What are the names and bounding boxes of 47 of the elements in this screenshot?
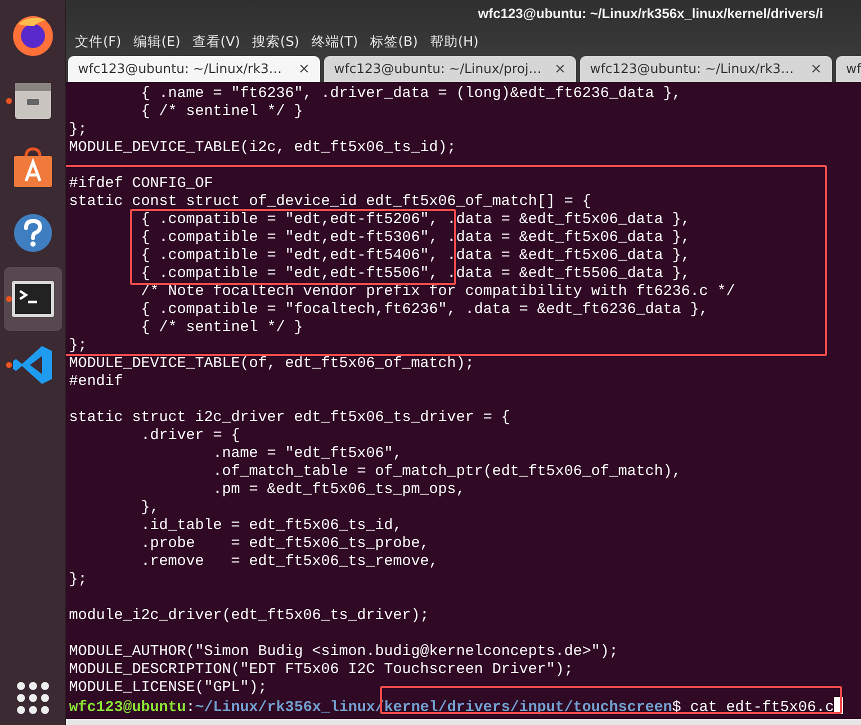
code-line: .id_table = edt_ft5x06_ts_id, xyxy=(140,517,404,535)
code-line: }; xyxy=(69,571,88,589)
window-title: wfc123@ubuntu: ~/Linux/rk356x_linux/kernel/drivers/i xyxy=(478,6,824,21)
tab-label: wfc123@ubuntu: ~/Linux/rk3… xyxy=(590,62,795,76)
code-line: .of_match_table = of_match_ptr(edt_ft5x06_of_match), xyxy=(212,463,682,481)
terminal-tab[interactable]: wfc123@ubuntu: ~/Linux/rk3… × xyxy=(68,56,320,82)
tab-close-button[interactable]: × xyxy=(554,61,566,77)
code-line: MODULE_DEVICE_TABLE(of, edt_ft5x06_of_match); xyxy=(69,355,476,373)
code-line: static const struct of_device_id edt_ft5x06_of_match[] = { xyxy=(69,193,592,211)
code-line: }; xyxy=(69,121,88,139)
code-line: MODULE_DESCRIPTION("EDT FT5x06 I2C Touchscreen Driver"); xyxy=(69,661,574,679)
tab-close-button[interactable]: × xyxy=(810,61,822,77)
code-line: MODULE_AUTHOR("Simon Budig <simon.budig@kernelconcepts.de>"); xyxy=(69,643,620,661)
help-icon[interactable] xyxy=(12,212,54,254)
terminal-tab[interactable]: wfc123@ubuntu: ~/Linux/proj… × xyxy=(324,56,576,82)
tab-label: wfc123@ubuntu: ~/Linux/proj… xyxy=(334,62,543,76)
terminal-tab[interactable]: wfc123@ubuntu: ~/Linux/rk3… × xyxy=(580,56,832,82)
code-line: .pm = &edt_ft5x06_ts_pm_ops, xyxy=(212,481,466,499)
code-line: }; xyxy=(69,337,88,355)
code-line: static struct i2c_driver edt_ft5x06_ts_driver = { xyxy=(69,409,512,427)
code-line: { .compatible = "focaltech,ft6236", .data = &edt_ft6236_data }, xyxy=(140,301,710,319)
code-line: }, xyxy=(140,499,160,517)
code-line: { .name = "ft6236", .driver_data = (long)&edt_ft6236_data }, xyxy=(140,85,682,103)
menu-item[interactable]: 编辑(E) xyxy=(133,33,180,51)
code-line: .name = "edt_ft5x06", xyxy=(212,445,404,463)
code-line: .probe = edt_ft5x06_ts_probe, xyxy=(140,535,430,553)
code-line: .remove = edt_ft5x06_ts_remove, xyxy=(140,553,440,571)
code-line: module_i2c_driver(edt_ft5x06_ts_driver); xyxy=(69,607,430,625)
menu-item[interactable]: 查看(V) xyxy=(192,33,240,51)
code-line: #ifdef CONFIG_OF xyxy=(69,175,214,193)
tab-label: wfc123@ubuntu: ~/Linux/rk3… xyxy=(78,62,283,76)
app-grid-icon[interactable] xyxy=(16,681,50,715)
code-line: #endif xyxy=(69,373,124,391)
code-line: MODULE_LICENSE("GPL"); xyxy=(69,679,268,697)
code-editor-icon[interactable] xyxy=(12,344,54,386)
menu-item[interactable]: 文件(F) xyxy=(75,33,122,51)
code-line: MODULE_DEVICE_TABLE(i2c, edt_ft5x06_ts_id); xyxy=(69,139,458,157)
code-line: { /* sentinel */ } xyxy=(140,319,304,337)
menu-item[interactable]: 帮助(H) xyxy=(430,33,479,51)
menu-item[interactable]: 标签(B) xyxy=(370,33,418,51)
dock-item-highlight[interactable] xyxy=(4,267,62,331)
menu-item[interactable]: 搜索(S) xyxy=(252,33,300,51)
code-line: .driver = { xyxy=(140,427,242,445)
tab-close-button[interactable]: × xyxy=(298,61,310,77)
terminal-icon[interactable] xyxy=(10,280,54,318)
code-line: { /* sentinel */ } xyxy=(140,103,304,121)
menu-item[interactable]: 终端(T) xyxy=(311,33,358,51)
